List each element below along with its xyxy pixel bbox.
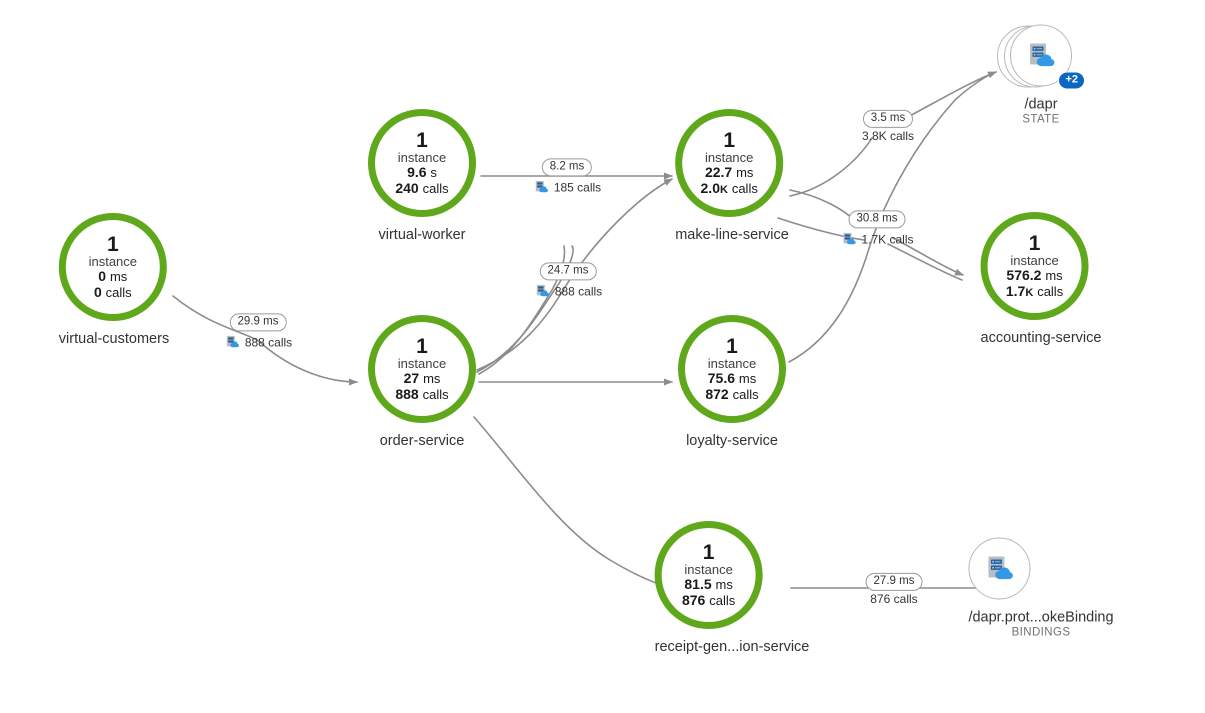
node-ring[interactable]: 1 instance 75.6 ms 872 calls [678, 315, 786, 423]
edge-label-order-service-to-make-line-service[interactable]: 24.7 ms 888 calls [534, 260, 602, 299]
node-label: make-line-service [675, 227, 789, 243]
edge-calls-text: 888 calls [554, 284, 603, 299]
node-dapr-state[interactable]: +2 /dapr STATE [997, 24, 1085, 126]
node-ring[interactable]: 1 instance 0 ms 0 calls [58, 213, 167, 321]
node-duration: 0 ms [98, 268, 128, 285]
node-order-service[interactable]: 1 instance 27 ms 888 calls order-service [368, 315, 476, 449]
edge-label-virtual-customers-to-order-service[interactable]: 29.9 ms 888 calls [224, 311, 292, 350]
dependency-ring[interactable] [968, 537, 1031, 600]
node-duration: 22.7 ms [704, 164, 754, 181]
edge-label-make-line-service-to-dapr-state[interactable]: 3.5 ms 3.8K calls [862, 108, 914, 142]
service-map-canvas[interactable]: 1 instance 0 ms 0 calls virtual-customer… [0, 0, 1205, 713]
node-label: order-service [379, 433, 465, 449]
edge-duration-pill: 29.9 ms [229, 313, 287, 332]
node-virtual-worker[interactable]: 1 instance 9.6 s 240 calls virtual-worke… [368, 109, 476, 243]
node-label: accounting-service [980, 330, 1102, 346]
edge-calls-row: 3.8K calls [862, 130, 914, 142]
instance-label: instance [1010, 252, 1059, 268]
node-accounting-service[interactable]: 1 instance 576.2 ms 1.7K calls accountin… [980, 212, 1102, 346]
dapr-cloud-server-icon [840, 231, 857, 248]
instance-label: instance [707, 355, 757, 371]
edge-make-line-service-to-dapr-state[interactable] [789, 137, 873, 197]
dapr-cloud-server-icon [982, 552, 1016, 586]
node-calls: 876 calls [681, 592, 736, 609]
node-ring[interactable]: 1 instance 22.7 ms 2.0K calls [675, 109, 784, 217]
node-calls: 872 calls [705, 386, 759, 403]
dapr-cloud-server-icon [533, 179, 550, 196]
edge-calls-text: 1.7K calls [861, 232, 914, 247]
edge-paths [172, 71, 1007, 592]
edge-duration-pill: 27.9 ms [865, 572, 923, 592]
node-label: virtual-worker [378, 227, 466, 243]
edge-calls-text: 876 calls [870, 592, 918, 607]
node-calls: 0 calls [93, 284, 132, 301]
edge-calls-row: 888 calls [534, 283, 602, 300]
node-label: /dapr [1024, 96, 1058, 113]
node-label: /dapr.prot...okeBinding [968, 609, 1114, 626]
node-calls: 888 calls [395, 386, 449, 403]
node-ring[interactable]: 1 instance 81.5 ms 876 calls [654, 521, 763, 629]
node-label: loyalty-service [686, 433, 778, 449]
edge-calls-text: 3.8K calls [861, 129, 915, 144]
edge-calls-row: 888 calls [224, 334, 292, 351]
edge-duration-pill: 24.7 ms [539, 262, 597, 281]
node-ring[interactable]: 1 instance 27 ms 888 calls [368, 315, 476, 423]
instance-label: instance [704, 149, 754, 165]
node-ring[interactable]: 1 instance 9.6 s 240 calls [368, 109, 476, 217]
node-virtual-customers[interactable]: 1 instance 0 ms 0 calls virtual-customer… [58, 213, 170, 347]
edge-calls-text: 185 calls [553, 180, 602, 195]
instance-label: instance [397, 355, 447, 371]
node-type-label: STATE [1022, 113, 1060, 126]
dapr-cloud-server-icon [534, 283, 551, 300]
node-duration: 9.6 s [407, 164, 437, 181]
node-duration: 81.5 ms [684, 576, 733, 593]
edge-label-make-line-service-to-accounting-service[interactable]: 30.8 ms 1.7K calls [840, 208, 914, 248]
instance-label: instance [88, 253, 138, 269]
dependency-ring[interactable]: +2 [997, 24, 1085, 90]
node-calls: 2.0K calls [700, 180, 758, 197]
instance-label: instance [397, 149, 447, 165]
node-duration: 75.6 ms [707, 370, 757, 387]
node-type-label: BINDINGS [1011, 626, 1071, 639]
node-calls: 240 calls [395, 180, 449, 197]
node-receipt-generation-service[interactable]: 1 instance 81.5 ms 876 calls receipt-gen… [654, 521, 810, 655]
edge-label-receipt-service-to-dapr-binding[interactable]: 27.9 ms 876 calls [865, 571, 923, 605]
dapr-cloud-server-icon [224, 334, 241, 351]
node-loyalty-service[interactable]: 1 instance 75.6 ms 872 calls loyalty-ser… [678, 315, 786, 449]
node-calls: 1.7K calls [1005, 283, 1064, 300]
edge-calls-row: 876 calls [866, 593, 923, 605]
node-duration: 27 ms [403, 370, 441, 387]
edge-order-service-to-receipt-service[interactable] [473, 416, 672, 590]
edge-duration-pill: 8.2 ms [541, 158, 593, 177]
node-make-line-service[interactable]: 1 instance 22.7 ms 2.0K calls make-line-… [675, 109, 789, 243]
edge-duration-pill: 3.5 ms [862, 109, 914, 129]
node-label: virtual-customers [58, 331, 170, 347]
node-duration: 576.2 ms [1006, 267, 1063, 284]
node-label: receipt-gen...ion-service [654, 639, 810, 655]
edge-calls-text: 888 calls [244, 335, 293, 350]
edge-acct-in-2[interactable] [887, 243, 963, 281]
edge-label-virtual-worker-to-make-line-service[interactable]: 8.2 ms 185 calls [533, 156, 601, 195]
node-dapr-invoke-binding[interactable]: /dapr.prot...okeBinding BINDINGS [968, 537, 1114, 639]
dapr-cloud-server-icon [1024, 39, 1058, 73]
dependency-count-badge: +2 [1058, 71, 1085, 90]
node-ring[interactable]: 1 instance 576.2 ms 1.7K calls [980, 212, 1089, 320]
edge-calls-row: 1.7K calls [840, 231, 914, 248]
instance-label: instance [684, 561, 733, 577]
edge-duration-pill: 30.8 ms [848, 210, 906, 229]
edge-calls-row: 185 calls [533, 179, 601, 196]
